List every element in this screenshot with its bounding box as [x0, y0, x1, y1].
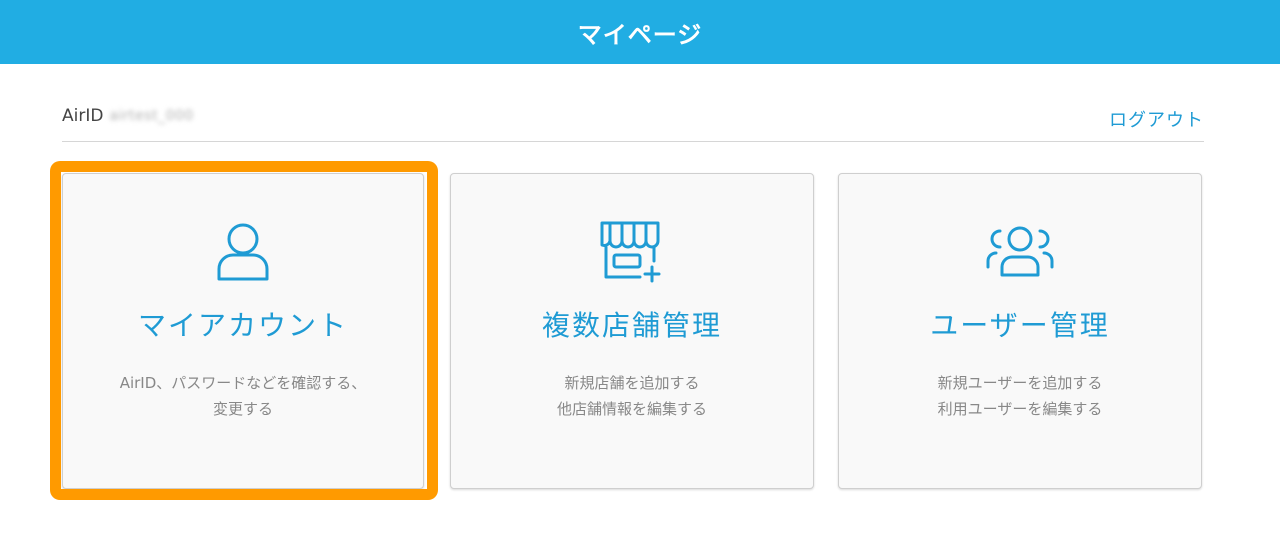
- account-bar: AirID airtest_000 ログアウト: [62, 96, 1204, 142]
- description-line: 新規店舗を追加する: [564, 374, 700, 392]
- description-line: 新規ユーザーを追加する: [937, 374, 1103, 392]
- my-account-card[interactable]: マイアカウント AirID、パスワードなどを確認する、 変更する: [62, 173, 424, 489]
- airid-display: AirID airtest_000: [62, 106, 194, 126]
- page-header: マイページ: [0, 0, 1280, 64]
- description-line: 利用ユーザーを編集する: [937, 400, 1103, 418]
- user-icon: [205, 216, 281, 286]
- description-line: AirID、パスワードなどを確認する、: [119, 374, 367, 392]
- store-management-card[interactable]: 複数店舗管理 新規店舗を追加する 他店舗情報を編集する: [450, 173, 814, 489]
- store-management-title: 複数店舗管理: [541, 309, 722, 342]
- user-management-title: ユーザー管理: [930, 309, 1110, 342]
- page-title: マイページ: [577, 20, 703, 49]
- my-account-description: AirID、パスワードなどを確認する、 変更する: [120, 370, 367, 422]
- description-line: 変更する: [212, 400, 273, 418]
- airid-value: airtest_000: [109, 108, 194, 124]
- description-line: 他店舗情報を編集する: [556, 400, 707, 418]
- store-add-icon: [594, 216, 670, 286]
- user-management-card[interactable]: ユーザー管理 新規ユーザーを追加する 利用ユーザーを編集する: [838, 173, 1202, 489]
- users-icon: [982, 216, 1058, 286]
- airid-label: AirID: [62, 106, 104, 126]
- user-management-description: 新規ユーザーを追加する 利用ユーザーを編集する: [938, 370, 1103, 422]
- logout-link[interactable]: ログアウト: [1109, 106, 1204, 132]
- store-management-description: 新規店舗を追加する 他店舗情報を編集する: [557, 370, 707, 422]
- my-account-title: マイアカウント: [137, 309, 348, 342]
